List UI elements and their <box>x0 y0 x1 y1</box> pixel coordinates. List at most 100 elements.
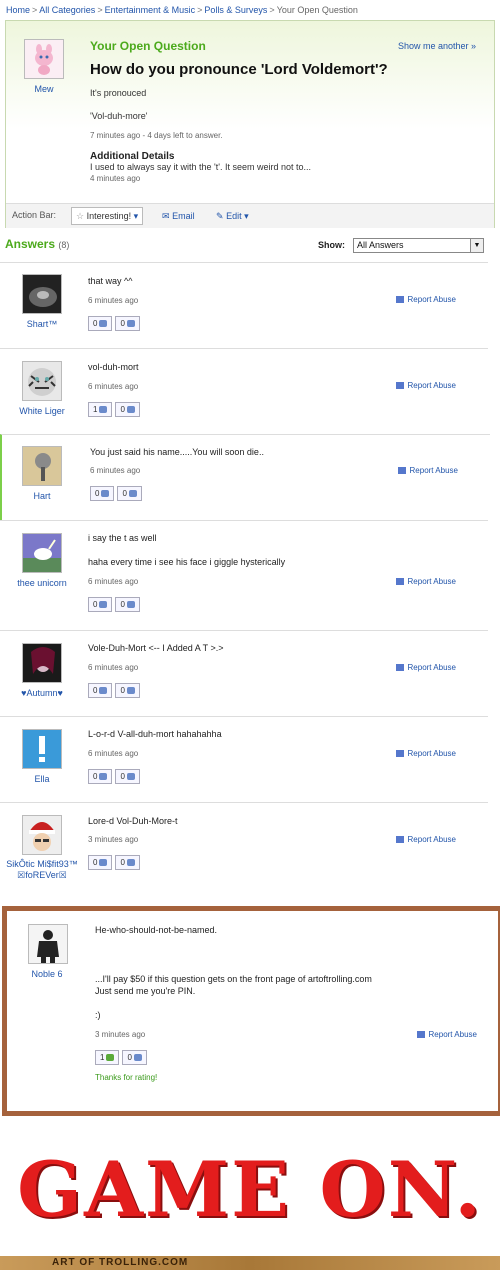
answer-username[interactable]: Noble 6 <box>7 969 87 979</box>
answer-username[interactable]: Shart™ <box>2 319 82 329</box>
thumbs-up-button[interactable]: 1 <box>95 1050 120 1065</box>
additional-details-time: 4 minutes ago <box>90 174 141 183</box>
thumbs-up-count: 1 <box>93 405 98 414</box>
answers-title: Answers <box>5 237 56 251</box>
flag-icon <box>395 578 404 586</box>
report-abuse-link[interactable]: Report Abuse <box>416 1030 477 1039</box>
thumbs-up-button[interactable]: 0 <box>88 855 113 870</box>
answer-time: 6 minutes ago <box>88 577 139 586</box>
breadcrumb-home[interactable]: Home <box>6 5 30 15</box>
thumbs-down-button[interactable]: 0 <box>115 683 140 698</box>
email-button[interactable]: ✉ Email <box>162 211 195 222</box>
answer-avatar[interactable] <box>22 446 62 486</box>
breadcrumb-separator: > <box>197 5 203 15</box>
answer-item: thee unicorn i say the t as well haha ev… <box>0 520 488 631</box>
answer-avatar[interactable] <box>22 815 62 855</box>
answers-count: (8) <box>58 240 70 250</box>
show-filter-select[interactable]: All Answers ▼ <box>353 238 484 253</box>
report-abuse-link[interactable]: Report Abuse <box>395 295 456 304</box>
breadcrumb-all-categories[interactable]: All Categories <box>39 5 95 15</box>
footer-watermark: ART OF TROLLING.COM <box>52 1257 189 1268</box>
report-abuse-label: Report Abuse <box>407 749 456 758</box>
flag-icon <box>395 296 404 304</box>
thumbs-down-button[interactable]: 0 <box>115 316 140 331</box>
thumbs-up-icon <box>99 687 108 695</box>
thumbs-down-button[interactable]: 0 <box>115 855 140 870</box>
vote-buttons: 10 <box>88 402 143 417</box>
answer-text: Vole-Duh-Mort <-- I Added A T >.> <box>88 643 224 653</box>
thumbs-up-icon <box>101 490 110 498</box>
question-box: Mew Your Open Question Show me another »… <box>5 20 495 228</box>
thumbs-up-button[interactable]: 0 <box>90 486 115 501</box>
answer-avatar[interactable] <box>22 643 62 683</box>
breadcrumb-separator: > <box>269 5 275 15</box>
report-abuse-link[interactable]: Report Abuse <box>395 577 456 586</box>
open-question-label: Your Open Question <box>90 39 206 53</box>
answer-username[interactable]: White Liger <box>2 406 82 416</box>
asker-name[interactable]: Mew <box>4 84 84 94</box>
vote-buttons: 00 <box>88 597 143 612</box>
answer-username[interactable]: Hart <box>2 491 82 501</box>
additional-details-label: Additional Details <box>90 151 175 162</box>
breadcrumb-polls[interactable]: Polls & Surveys <box>204 5 267 15</box>
answer-avatar[interactable] <box>28 924 68 964</box>
edit-button[interactable]: ✎ Edit ▾ <box>216 211 249 222</box>
report-abuse-label: Report Abuse <box>428 1030 477 1039</box>
thumbs-down-icon <box>126 687 135 695</box>
flag-icon <box>395 836 404 844</box>
thumbs-down-count: 0 <box>120 772 125 781</box>
answers-heading: Answers (8) <box>5 237 69 251</box>
thumbs-down-count: 0 <box>127 1053 132 1062</box>
vote-buttons: 00 <box>88 855 143 870</box>
report-abuse-link[interactable]: Report Abuse <box>395 749 456 758</box>
thumbs-up-button[interactable]: 0 <box>88 769 113 784</box>
report-abuse-link[interactable]: Report Abuse <box>397 466 458 475</box>
thumbs-up-icon <box>99 406 108 414</box>
interesting-button[interactable]: ☆ Interesting! ▾ <box>71 207 144 225</box>
answer-item: SikÔtic Mi$fit93™ ☒foREVer☒ Lore-d Vol-D… <box>0 802 488 903</box>
pencil-icon: ✎ <box>216 211 224 221</box>
answer-username[interactable]: ♥Autumn♥ <box>2 688 82 698</box>
thumbs-up-button[interactable]: 1 <box>88 402 113 417</box>
thumbs-down-button[interactable]: 0 <box>115 402 140 417</box>
report-abuse-link[interactable]: Report Abuse <box>395 663 456 672</box>
thumbs-up-button[interactable]: 0 <box>88 683 113 698</box>
answer-avatar[interactable] <box>22 274 62 314</box>
answer-text: He-who-should-not-be-named. <box>95 925 218 935</box>
thumbs-down-button[interactable]: 0 <box>115 597 140 612</box>
answer-avatar[interactable] <box>22 729 62 769</box>
answer-text: haha every time i see his face i giggle … <box>88 557 286 567</box>
breadcrumb-entertainment[interactable]: Entertainment & Music <box>105 5 196 15</box>
answer-time: 3 minutes ago <box>95 1030 146 1039</box>
answer-avatar[interactable] <box>22 533 62 573</box>
game-on-caption: GAME ON. <box>17 1145 483 1234</box>
answer-text: that way ^^ <box>88 276 133 286</box>
report-abuse-label: Report Abuse <box>407 295 456 304</box>
answer-avatar[interactable] <box>22 361 62 401</box>
thumbs-up-icon <box>99 601 108 609</box>
soldier-avatar-icon <box>29 925 67 963</box>
thumbs-up-icon <box>99 773 108 781</box>
vote-buttons: 00 <box>88 683 143 698</box>
show-another-link[interactable]: Show me another » <box>398 41 476 51</box>
thumbs-down-count: 0 <box>120 858 125 867</box>
thumbs-down-icon <box>126 601 135 609</box>
thumbs-down-button[interactable]: 0 <box>117 486 142 501</box>
answer-item: Shart™ that way ^^ 6 minutes ago Report … <box>0 262 488 349</box>
thumbs-down-icon <box>133 1054 142 1062</box>
asker-avatar[interactable] <box>24 39 64 79</box>
answer-username[interactable]: thee unicorn <box>2 578 82 588</box>
thumbs-down-count: 0 <box>120 319 125 328</box>
answer-username[interactable]: SikÔtic Mi$fit93™ ☒foREVer☒ <box>2 859 82 881</box>
answer-item: Ella L-o-r-d V-all-duh-mort hahahahha 6 … <box>0 716 488 803</box>
thumbs-up-button[interactable]: 0 <box>88 316 113 331</box>
thumbs-up-button[interactable]: 0 <box>88 597 113 612</box>
report-abuse-label: Report Abuse <box>407 835 456 844</box>
answer-time: 6 minutes ago <box>88 382 139 391</box>
answer-username[interactable]: Ella <box>2 774 82 784</box>
thumbs-down-button[interactable]: 0 <box>122 1050 147 1065</box>
report-abuse-link[interactable]: Report Abuse <box>395 835 456 844</box>
answer-item: White Liger vol-duh-mort 6 minutes ago R… <box>0 348 488 435</box>
report-abuse-link[interactable]: Report Abuse <box>395 381 456 390</box>
thumbs-down-button[interactable]: 0 <box>115 769 140 784</box>
